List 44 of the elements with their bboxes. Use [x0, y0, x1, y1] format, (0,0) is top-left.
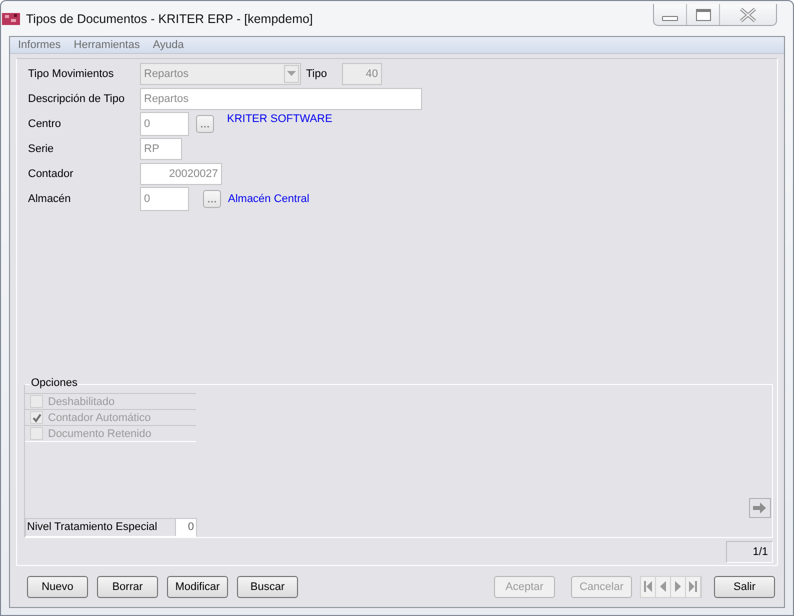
group-title: Opciones — [30, 377, 78, 389]
exit-button[interactable]: Salir — [714, 576, 775, 598]
lookup-link[interactable]: Almacén Central — [228, 192, 310, 204]
field-label: Tipo Movimientos — [28, 68, 115, 80]
close-icon — [738, 6, 758, 22]
field-label: Almacén — [28, 192, 72, 204]
menu-item[interactable]: Ayuda — [152, 39, 184, 51]
type-dropdown[interactable]: Repartos — [140, 62, 301, 84]
menu-item[interactable]: Herramientas — [74, 39, 140, 51]
option-label: Deshabilitado — [48, 396, 115, 408]
field-label: Centro — [28, 118, 62, 130]
option-label: Documento Retenido — [48, 428, 152, 440]
option-row[interactable]: Deshabilitado — [25, 393, 196, 410]
lookup-button[interactable] — [196, 114, 214, 132]
code-field[interactable]: 0 — [140, 186, 189, 210]
field-label: Descripción de Tipo — [28, 92, 126, 104]
option-row[interactable]: Contador Automático — [25, 409, 196, 426]
go-button[interactable] — [749, 498, 771, 518]
action-button[interactable]: Modificar — [167, 576, 228, 598]
menu-item[interactable]: Informes — [18, 39, 61, 51]
option-row[interactable]: Documento Retenido — [25, 425, 196, 442]
arrow-right-icon — [752, 501, 768, 515]
series-field[interactable]: RP — [140, 138, 182, 160]
code-field[interactable]: 0 — [140, 112, 189, 136]
checkbox[interactable] — [30, 411, 43, 424]
checkbox[interactable] — [30, 395, 43, 408]
window-title: Tipos de Documentos - KRITER ERP - [kempdemo] — [26, 12, 313, 26]
checkbox[interactable] — [30, 427, 43, 440]
lookup-button[interactable] — [203, 190, 221, 208]
action-button[interactable]: Nuevo — [27, 576, 88, 598]
lookup-link[interactable]: KRITER SOFTWARE — [227, 113, 332, 125]
field-label: Contador — [28, 168, 74, 180]
field-label: Serie — [28, 142, 55, 154]
action-button[interactable]: Borrar — [97, 576, 158, 598]
action-button[interactable]: Buscar — [237, 576, 298, 598]
app-icon — [2, 10, 20, 26]
record-counter: 1/1 — [726, 541, 773, 563]
field-label: Tipo — [306, 68, 328, 80]
description-field[interactable]: Repartos — [140, 88, 422, 110]
last-record-icon[interactable] — [686, 576, 701, 596]
counter-field[interactable]: 20020027 — [140, 162, 222, 184]
type-field[interactable]: 40 — [342, 62, 382, 84]
option-label: Contador Automático — [48, 412, 151, 424]
first-record-icon[interactable] — [641, 576, 656, 596]
